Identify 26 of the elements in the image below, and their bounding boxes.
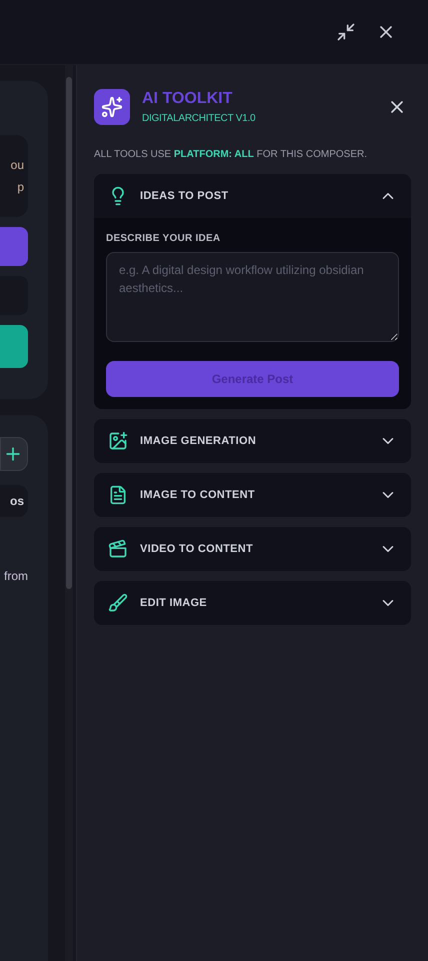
- minimize-button[interactable]: [336, 22, 356, 42]
- action-button[interactable]: [0, 325, 28, 368]
- section-header[interactable]: IMAGE TO CONTENT: [94, 473, 411, 517]
- section-header[interactable]: IMAGE GENERATION: [94, 419, 411, 463]
- idea-input[interactable]: e.g. A digital design workflow utilizing obsidian aesthetics...: [106, 252, 399, 342]
- pill[interactable]: os: [0, 485, 28, 517]
- cut-text: ou: [10, 157, 24, 174]
- scrollbar-thumb[interactable]: [66, 77, 72, 589]
- add-button[interactable]: [0, 437, 28, 471]
- panel-subtitle: DIGITALARCHITECT V1.0: [142, 112, 256, 126]
- section-header[interactable]: IDEAS TO POST: [94, 174, 411, 218]
- platform-note: ALL TOOLS USE PLATFORM: ALL FOR THIS COMPOSER.: [94, 148, 368, 162]
- cut-text: from: [3, 568, 28, 585]
- sparkles-logo: [94, 88, 130, 124]
- brush-icon: [108, 593, 128, 613]
- section-header[interactable]: EDIT IMAGE: [94, 581, 411, 625]
- clapperboard-icon: [108, 539, 128, 559]
- action-button[interactable]: [0, 227, 28, 266]
- minimize-icon: [336, 22, 356, 42]
- scrollbar[interactable]: [65, 65, 73, 961]
- section-header[interactable]: VIDEO TO CONTENT: [94, 527, 411, 571]
- cut-text: p: [17, 179, 24, 196]
- image-icon: [108, 431, 128, 451]
- panel-title: AI TOOLKIT: [142, 89, 234, 109]
- document-icon: [108, 485, 128, 505]
- field-label: DESCRIBE YOUR IDEA: [106, 232, 222, 246]
